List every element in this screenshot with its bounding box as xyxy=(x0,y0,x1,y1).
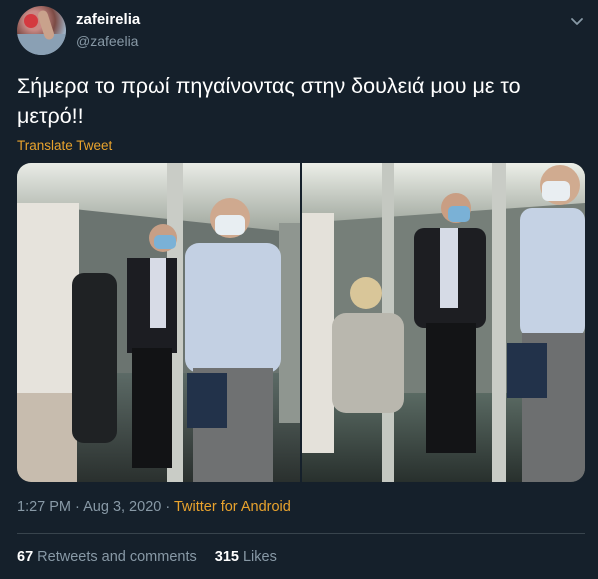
likes-stat[interactable]: 315 Likes xyxy=(215,549,277,565)
divider xyxy=(17,533,585,534)
tweet-photo-1[interactable] xyxy=(17,163,300,482)
tweet-time[interactable]: 1:27 PM xyxy=(17,499,71,515)
avatar[interactable] xyxy=(17,6,66,55)
translate-tweet-link[interactable]: Translate Tweet xyxy=(17,138,112,153)
tweet-media xyxy=(17,163,585,482)
tweet-meta: 1:27 PM · Aug 3, 2020 · Twitter for Andr… xyxy=(17,499,291,515)
tweet-source-link[interactable]: Twitter for Android xyxy=(174,499,291,515)
tweet-text: Σήμερα το πρωί πηγαίνοντας στην δουλειά … xyxy=(17,74,521,128)
meta-separator: · xyxy=(165,499,171,515)
likes-count: 315 xyxy=(214,549,239,565)
display-name[interactable]: zafeirelia xyxy=(76,11,140,28)
tweet-date[interactable]: Aug 3, 2020 xyxy=(83,499,161,515)
tweet: zafeirelia @zafeelia Σήμερα το πρωί πηγα… xyxy=(0,0,598,579)
chevron-down-icon[interactable] xyxy=(568,12,586,30)
retweets-stat[interactable]: 67 Retweets and comments xyxy=(17,549,197,565)
tweet-photo-2[interactable] xyxy=(302,163,585,482)
retweets-count: 67 xyxy=(17,549,34,565)
user-handle[interactable]: @zafeelia xyxy=(76,33,138,49)
retweets-label: Retweets and comments xyxy=(37,549,197,565)
tweet-stats: 67 Retweets and comments 315 Likes xyxy=(17,549,277,565)
meta-separator: · xyxy=(75,499,80,515)
likes-label: Likes xyxy=(242,549,277,565)
